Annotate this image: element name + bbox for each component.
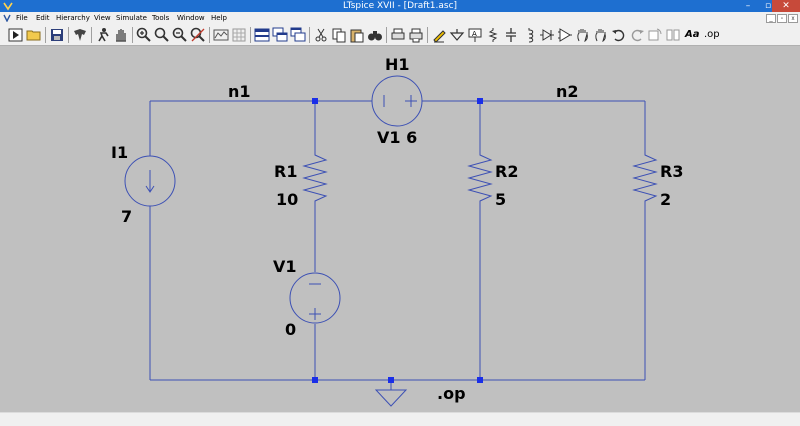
r1-resistor [302,151,328,207]
copy-icon[interactable] [331,27,347,43]
mdi-minimize-button[interactable]: _ [766,14,776,23]
save-icon[interactable] [49,27,65,43]
diode-icon[interactable] [539,27,555,43]
toolbar-separator [91,27,92,43]
mdi-restore-button[interactable]: ▫ [777,14,787,23]
inductor-icon[interactable] [521,27,537,43]
pan-hand-icon[interactable] [113,27,129,43]
r2-value[interactable]: 5 [495,191,506,209]
zoom-full-icon[interactable] [190,27,206,43]
capacitor-icon[interactable] [503,27,519,43]
rotate-icon[interactable] [647,27,663,43]
drag-hand-icon[interactable] [593,27,609,43]
svg-text:A: A [472,30,477,38]
status-bar [0,412,800,426]
r3-name[interactable]: R3 [660,163,683,181]
cut-icon[interactable] [313,27,329,43]
menu-file[interactable]: File [16,12,28,24]
minimize-button[interactable]: – [738,0,758,12]
junction-n2 [477,98,483,104]
h1-plus-mark [405,95,417,107]
component-icon[interactable] [557,27,573,43]
menu-window[interactable]: Window [177,12,205,24]
ground-icon[interactable] [449,27,465,43]
pan-icon[interactable] [154,27,170,43]
junction-bottom-r2 [477,377,483,383]
resistor-icon[interactable] [485,27,501,43]
undo-icon[interactable] [611,27,627,43]
draw-wire-pencil-icon[interactable] [431,27,447,43]
ground-symbol [374,389,408,407]
text-tool-button[interactable]: Aa [685,28,700,42]
i1-name[interactable]: I1 [111,144,128,162]
op-directive[interactable]: .op [437,385,466,403]
junction-n1 [312,98,318,104]
schematic-drawing [124,75,658,407]
menu-view[interactable]: View [94,12,111,24]
net-label-n2[interactable]: n2 [556,83,579,101]
h1-value[interactable]: V1 6 [377,129,417,147]
halt-icon[interactable] [95,27,111,43]
v1-plus-mark [309,308,321,320]
grid-icon[interactable] [231,27,247,43]
toolbar-separator [45,27,46,43]
v1-value[interactable]: 0 [285,321,296,339]
toolbar-separator [209,27,210,43]
zoom-in-icon[interactable] [136,27,152,43]
r2-resistor [467,151,493,207]
close-button[interactable]: ✕ [772,0,800,12]
print-icon[interactable] [390,27,406,43]
r1-name[interactable]: R1 [274,163,297,181]
menu-hierarchy[interactable]: Hierarchy [56,12,90,24]
v1-name[interactable]: V1 [273,258,297,276]
menu-bar: File Edit Hierarchy View Simulate Tools … [0,12,800,24]
r1-value[interactable]: 10 [276,191,298,209]
toolbar-separator [309,27,310,43]
toolbar-separator [250,27,251,43]
menu-help[interactable]: Help [211,12,227,24]
autorange-icon[interactable] [213,27,229,43]
redo-icon[interactable] [629,27,645,43]
open-folder-icon[interactable] [26,27,42,43]
toolbar-separator [132,27,133,43]
document-icon[interactable] [3,14,12,22]
menu-edit[interactable]: Edit [36,12,50,24]
move-hand-icon[interactable] [575,27,591,43]
control-panel-icon[interactable] [72,27,88,43]
cascade-icon[interactable] [272,27,288,43]
toolbar-separator [68,27,69,43]
net-label-n1[interactable]: n1 [228,83,251,101]
paste-icon[interactable] [349,27,365,43]
zoom-out-icon[interactable] [172,27,188,43]
spice-directive-button[interactable]: .op [704,28,720,42]
find-binoculars-icon[interactable] [367,27,383,43]
menu-tools[interactable]: Tools [152,12,169,24]
junction-ground [388,377,394,383]
run-icon[interactable] [8,27,24,43]
schematic-canvas[interactable]: n1 n2 H1 V1 6 I1 7 R1 10 R2 5 R3 2 V1 0 … [0,46,800,412]
r3-value[interactable]: 2 [660,191,671,209]
mdi-close-button[interactable]: x [788,14,798,23]
tile-horizontal-icon[interactable] [254,27,270,43]
toolbar-separator [427,27,428,43]
print-preview-icon[interactable] [408,27,424,43]
i1-value[interactable]: 7 [121,208,132,226]
menu-simulate[interactable]: Simulate [116,12,147,24]
title-bar: LTspice XVII - [Draft1.asc] – ▫ ✕ [0,0,800,12]
i1-arrow [145,170,155,193]
toolbar-separator [386,27,387,43]
toolbar: A Aa .op [0,24,800,46]
h1-name[interactable]: H1 [385,56,410,74]
window-title: LTspice XVII - [Draft1.asc] [342,1,458,11]
tile-vertical-icon[interactable] [290,27,306,43]
r3-resistor [632,151,658,207]
mirror-icon[interactable] [665,27,681,43]
label-net-icon[interactable]: A [467,27,483,43]
junction-bottom-r1 [312,377,318,383]
r2-name[interactable]: R2 [495,163,518,181]
